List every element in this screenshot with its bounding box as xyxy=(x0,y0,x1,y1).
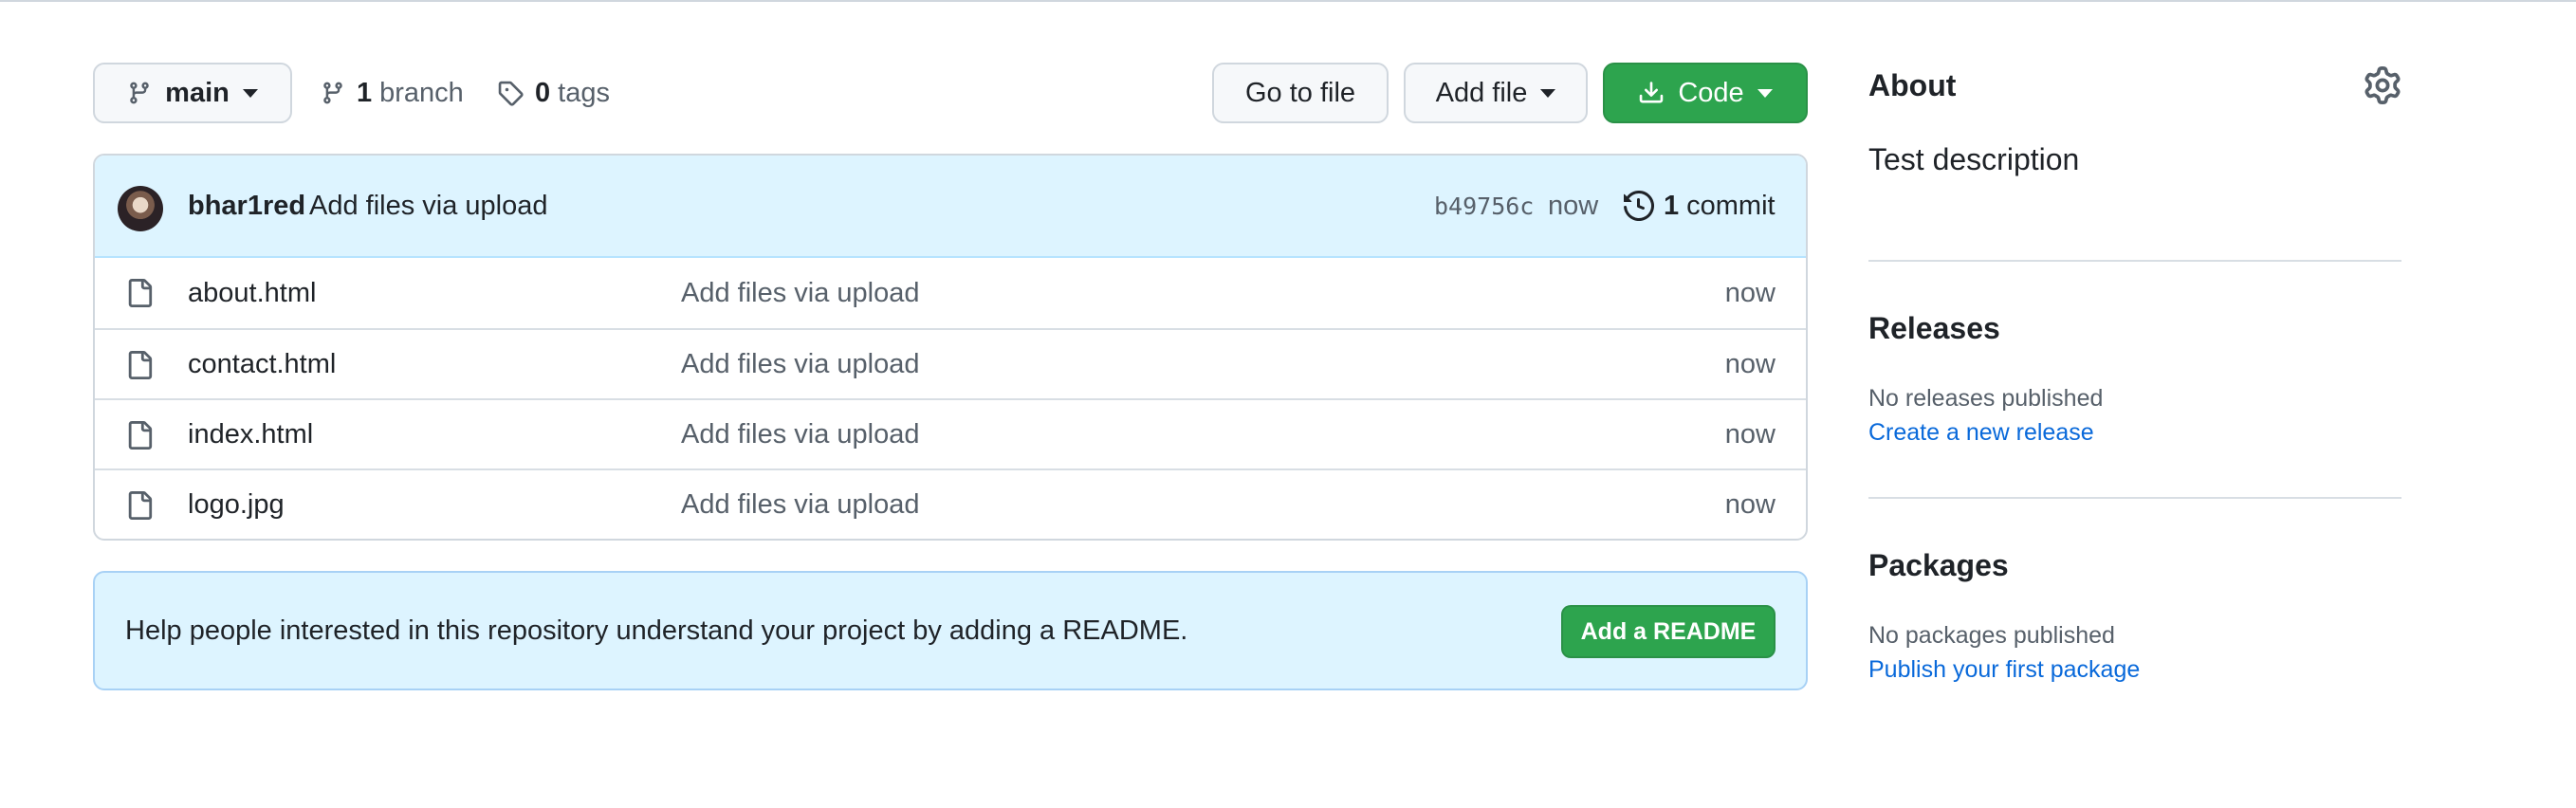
divider xyxy=(1868,260,2401,262)
file-commit-message-link[interactable]: Add files via upload xyxy=(681,278,920,309)
file-icon xyxy=(128,279,153,307)
latest-commit-bar: bhar1red Add files via upload b49756c no… xyxy=(95,156,1806,258)
top-border xyxy=(0,0,2576,2)
table-row: about.html Add files via upload now xyxy=(95,258,1806,328)
packages-empty-note: No packages published xyxy=(1868,622,2115,649)
branches-count: 1 xyxy=(357,77,373,108)
commit-history-link[interactable]: 1 commit xyxy=(1624,191,1776,222)
go-to-file-label: Go to file xyxy=(1244,77,1356,108)
publish-package-link[interactable]: Publish your first package xyxy=(1868,656,2140,684)
file-name-link[interactable]: about.html xyxy=(188,278,316,309)
table-row: contact.html Add files via upload now xyxy=(95,328,1806,398)
repo-description: Test description xyxy=(1868,142,2080,176)
releases-empty-note: No releases published xyxy=(1868,385,2104,412)
file-commit-time: now xyxy=(1724,418,1776,450)
history-icon xyxy=(1624,191,1654,221)
file-icon xyxy=(128,351,153,379)
commit-word: commit xyxy=(1686,190,1776,221)
file-icon xyxy=(128,421,153,450)
chevron-down-icon xyxy=(1540,88,1556,98)
readme-prompt-text: Help people interested in this repositor… xyxy=(125,615,1188,646)
download-icon xyxy=(1640,82,1664,103)
avatar[interactable] xyxy=(118,186,163,231)
go-to-file-button[interactable]: Go to file xyxy=(1212,63,1389,123)
tag-icon xyxy=(498,81,524,106)
readme-banner: Help people interested in this repositor… xyxy=(93,571,1808,690)
file-commit-time: now xyxy=(1724,488,1776,520)
commit-author-link[interactable]: bhar1red xyxy=(188,191,305,222)
branches-link[interactable]: 1 branch xyxy=(321,63,464,123)
divider xyxy=(1868,497,2401,499)
create-release-link[interactable]: Create a new release xyxy=(1868,419,2094,447)
file-commit-time: now xyxy=(1724,348,1776,379)
file-name-link[interactable]: index.html xyxy=(188,419,313,450)
chevron-down-icon xyxy=(242,88,258,98)
branches-label: branch xyxy=(379,77,464,108)
branch-selector-button[interactable]: main xyxy=(93,63,292,123)
code-button[interactable]: Code xyxy=(1603,63,1808,123)
gear-icon[interactable] xyxy=(2364,66,2401,104)
git-branch-icon xyxy=(323,82,342,104)
tags-label: tags xyxy=(558,77,610,108)
table-row: logo.jpg Add files via upload now xyxy=(95,468,1806,539)
table-row: index.html Add files via upload now xyxy=(95,398,1806,468)
git-branch-icon xyxy=(130,82,149,104)
file-icon xyxy=(128,491,153,520)
code-label: Code xyxy=(1678,77,1744,108)
add-file-label: Add file xyxy=(1435,77,1528,108)
releases-heading[interactable]: Releases xyxy=(1868,311,2000,346)
file-browser: bhar1red Add files via upload b49756c no… xyxy=(93,154,1808,541)
commit-count: 1 xyxy=(1664,190,1680,221)
commit-message-link[interactable]: Add files via upload xyxy=(309,191,548,222)
file-name-link[interactable]: contact.html xyxy=(188,349,336,380)
packages-heading[interactable]: Packages xyxy=(1868,548,2009,583)
branch-name: main xyxy=(165,77,230,108)
repo-toolbar: main 1 branch 0 tags Go to file Add file… xyxy=(93,63,1808,123)
tags-count: 0 xyxy=(535,77,551,108)
file-name-link[interactable]: logo.jpg xyxy=(188,489,285,521)
tags-link[interactable]: 0 tags xyxy=(497,63,610,123)
commit-time: now xyxy=(1548,190,1599,221)
file-commit-message-link[interactable]: Add files via upload xyxy=(681,349,920,380)
about-heading: About xyxy=(1868,68,1957,102)
add-file-button[interactable]: Add file xyxy=(1404,63,1588,123)
commit-sha-link[interactable]: b49756c xyxy=(1434,193,1534,220)
add-readme-button[interactable]: Add a README xyxy=(1561,605,1776,658)
file-commit-message-link[interactable]: Add files via upload xyxy=(681,419,920,450)
file-commit-time: now xyxy=(1724,277,1776,308)
file-commit-message-link[interactable]: Add files via upload xyxy=(681,489,920,521)
chevron-down-icon xyxy=(1757,88,1773,98)
